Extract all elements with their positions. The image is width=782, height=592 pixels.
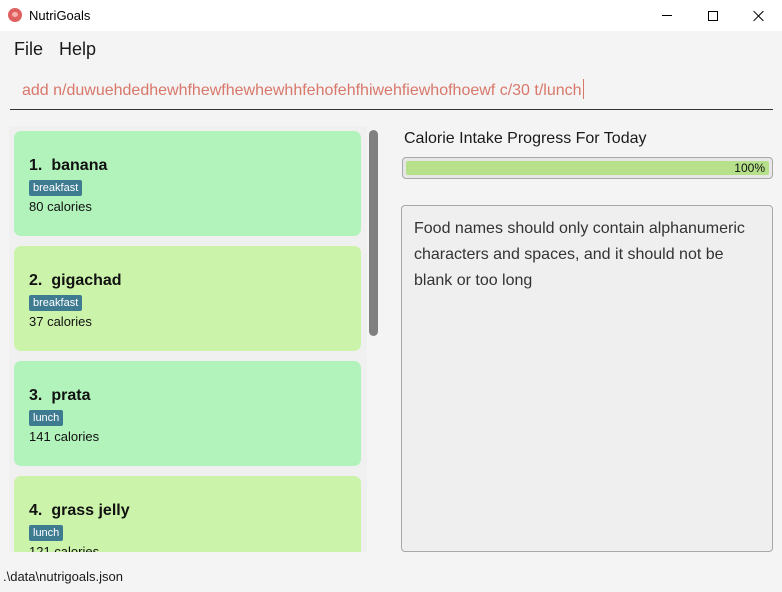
meal-calories: 37 calories (29, 314, 92, 329)
meal-calories: 80 calories (29, 199, 92, 214)
window-title: NutriGoals (29, 8, 91, 23)
title-bar: NutriGoals (0, 0, 782, 31)
meal-name: 3. prata (29, 387, 90, 405)
meal-index: 4. (29, 502, 43, 519)
command-input[interactable]: add n/duwuehdedhewhfhewfhewhewhhfehofehf… (10, 75, 773, 110)
app-logo-icon (8, 8, 22, 22)
calorie-progress-bar: 100% (402, 157, 773, 179)
result-display: Food names should only contain alphanume… (401, 205, 773, 552)
menu-file[interactable]: File (14, 39, 43, 60)
meal-index: 2. (29, 272, 43, 289)
meal-name-text: banana (51, 157, 108, 174)
data-file-path: .\data\nutrigoals.json (3, 569, 123, 584)
status-bar: .\data\nutrigoals.json (0, 562, 782, 592)
meal-tag: lunch (29, 410, 64, 426)
minimize-button[interactable] (644, 0, 690, 31)
meal-name: 1. banana (29, 157, 107, 175)
close-icon (753, 10, 765, 22)
meal-name: 4. grass jelly (29, 502, 130, 520)
meal-index: 3. (29, 387, 43, 404)
minimize-icon (662, 15, 672, 16)
meal-card[interactable]: 3. prata lunch 141 calories (14, 361, 361, 466)
meal-card[interactable]: 1. banana breakfast 80 calories (14, 131, 361, 236)
meal-tag: breakfast (29, 295, 83, 311)
maximize-icon (708, 10, 718, 21)
list-scrollbar[interactable] (369, 130, 378, 336)
progress-label: 100% (734, 161, 765, 175)
close-button[interactable] (736, 0, 782, 31)
meal-name-text: gigachad (51, 272, 122, 289)
command-text: add n/duwuehdedhewhfhewfhewhewhhfehofehf… (22, 79, 584, 100)
progress-title: Calorie Intake Progress For Today (404, 130, 647, 147)
text-caret (582, 79, 584, 100)
meal-card[interactable]: 4. grass jelly lunch 121 calories (14, 476, 361, 552)
progress-fill (406, 161, 769, 175)
meal-tag: lunch (29, 525, 64, 541)
meal-list[interactable]: 1. banana breakfast 80 calories 2. gigacha… (9, 126, 367, 552)
result-message: Food names should only contain alphanume… (414, 220, 745, 289)
meal-card[interactable]: 2. gigachad breakfast 37 calories (14, 246, 361, 351)
menu-help[interactable]: Help (59, 39, 96, 60)
meal-name-text: prata (51, 387, 91, 404)
meal-name: 2. gigachad (29, 272, 122, 290)
maximize-button[interactable] (690, 0, 736, 31)
meal-calories: 121 calories (29, 544, 100, 552)
command-value: add n/duwuehdedhewhfhewfhewhewhhfehofehf… (22, 82, 582, 99)
meal-tag: breakfast (29, 180, 83, 196)
meal-index: 1. (29, 157, 43, 174)
meal-name-text: grass jelly (51, 502, 130, 519)
meal-calories: 141 calories (29, 429, 100, 444)
menu-bar: File Help (0, 31, 782, 67)
